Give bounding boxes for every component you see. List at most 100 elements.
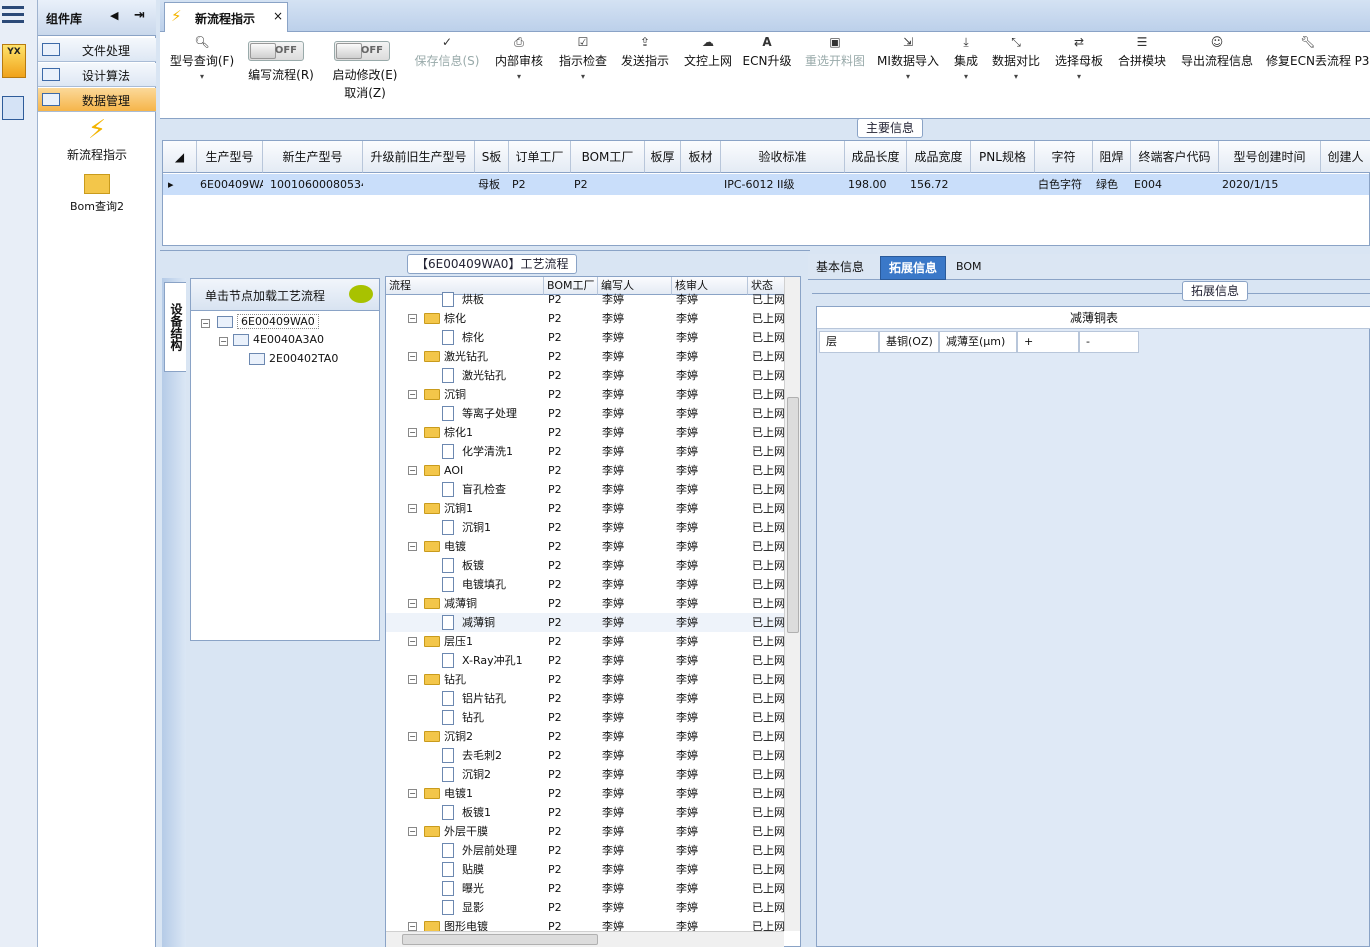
off-toggle[interactable]: OFF	[334, 41, 390, 61]
category-data-management[interactable]: 数据管理	[38, 88, 156, 112]
tree-expander-icon[interactable]: −	[408, 732, 417, 741]
tree-expander-icon[interactable]: −	[408, 504, 417, 513]
flow-row[interactable]: − AOI P2 李婷 李婷 已上网	[386, 461, 786, 480]
tree-expander-icon[interactable]: −	[408, 542, 417, 551]
tree-expander-icon[interactable]: −	[408, 428, 417, 437]
flow-row[interactable]: 沉铜1 P2 李婷 李婷 已上网	[386, 518, 786, 537]
save-info-button[interactable]: ✓ 保存信息(S)	[412, 32, 482, 118]
model-query-button[interactable]: 🔍︎ 型号查询(F) ▾	[164, 32, 240, 118]
vertical-scrollbar[interactable]	[784, 277, 800, 931]
reselect-cutting-chart-button[interactable]: ▣ 重选开料图	[802, 32, 868, 118]
column-header[interactable]: 板厚	[645, 141, 681, 173]
column-header[interactable]: 层	[819, 331, 879, 353]
fix-ecn-lost-process-button[interactable]: 🔧︎ 修复ECN丢流程	[1266, 32, 1351, 118]
column-header[interactable]: 新生产型号	[263, 141, 363, 173]
cell[interactable]: P2	[509, 174, 571, 195]
column-header[interactable]: BOM工厂	[571, 141, 645, 173]
tree-node[interactable]: 2E00402TA0	[249, 352, 338, 365]
category-file-processing[interactable]: 文件处理	[38, 38, 156, 62]
close-icon[interactable]: ×	[273, 9, 283, 23]
flow-row[interactable]: − 外层干膜 P2 李婷 李婷 已上网	[386, 822, 786, 841]
tool-new-process-instruction[interactable]: ⚡ 新流程指示	[38, 114, 156, 163]
flow-row[interactable]: 板镀 P2 李婷 李婷 已上网	[386, 556, 786, 575]
tab-bom[interactable]: BOM	[948, 256, 990, 280]
column-header[interactable]: 减薄至(μm)	[939, 331, 1017, 353]
tree-expander-icon[interactable]: −	[408, 314, 417, 323]
flow-row[interactable]: 激光钻孔 P2 李婷 李婷 已上网	[386, 366, 786, 385]
chevron-down-icon[interactable]: ▾	[164, 70, 240, 84]
tree-expander-icon[interactable]: −	[408, 922, 417, 931]
menu-icon[interactable]	[2, 6, 24, 24]
tree-expander-icon[interactable]: −	[201, 319, 210, 328]
collapse-left-icon[interactable]: ◀	[110, 9, 118, 22]
instruction-check-button[interactable]: ☑ 指示检查 ▾	[556, 32, 610, 118]
tab-basic-info[interactable]: 基本信息	[808, 256, 872, 280]
flow-row[interactable]: 化学清洗1 P2 李婷 李婷 已上网	[386, 442, 786, 461]
flow-row[interactable]: − 钻孔 P2 李婷 李婷 已上网	[386, 670, 786, 689]
horizontal-scrollbar[interactable]	[386, 931, 784, 947]
column-header[interactable]: PNL规格	[971, 141, 1035, 173]
data-compare-button[interactable]: ⤡ 数据对比 ▾	[990, 32, 1042, 118]
flow-row[interactable]: 板镀1 P2 李婷 李婷 已上网	[386, 803, 786, 822]
tab-new-process-instruction[interactable]: ⚡ 新流程指示 ×	[164, 2, 288, 32]
flow-row[interactable]: 显影 P2 李婷 李婷 已上网	[386, 898, 786, 917]
column-header[interactable]: 成品宽度	[907, 141, 971, 173]
tree-expander-icon[interactable]: −	[408, 599, 417, 608]
comment-icon[interactable]	[349, 285, 373, 303]
column-header[interactable]: 字符	[1035, 141, 1093, 173]
remove-row-button[interactable]: -	[1079, 331, 1139, 353]
chevron-down-icon[interactable]: ▾	[492, 70, 546, 84]
flow-row[interactable]: 等离子处理 P2 李婷 李婷 已上网	[386, 404, 786, 423]
chevron-down-icon[interactable]: ▾	[876, 70, 940, 84]
flow-row[interactable]: − 沉铜2 P2 李婷 李婷 已上网	[386, 727, 786, 746]
cell[interactable]: 198.00	[845, 174, 907, 195]
column-header[interactable]: 基铜(OZ)	[879, 331, 939, 353]
start-modify-toggle[interactable]: OFF 启动修改(E) 取消(Z)	[326, 32, 404, 118]
pin-icon[interactable]: ⇥	[134, 8, 145, 23]
column-header[interactable]: 终端客户代码	[1131, 141, 1219, 173]
flow-row[interactable]: − 沉铜 P2 李婷 李婷 已上网	[386, 385, 786, 404]
flow-row[interactable]: 铝片钻孔 P2 李婷 李婷 已上网	[386, 689, 786, 708]
tree-expander-icon[interactable]: −	[408, 789, 417, 798]
yx-logo-icon[interactable]: YX	[2, 44, 26, 78]
overflow-button[interactable]: P3	[1354, 32, 1370, 118]
column-header[interactable]: 订单工厂	[509, 141, 571, 173]
column-header[interactable]: 阻焊	[1093, 141, 1131, 173]
tree-expander-icon[interactable]: −	[408, 390, 417, 399]
internal-review-button[interactable]: ⎙ 内部审核 ▾	[492, 32, 546, 118]
cell[interactable]	[971, 174, 1035, 195]
chevron-down-icon[interactable]: ▾	[1052, 70, 1106, 84]
cancel-label[interactable]: 取消(Z)	[326, 84, 404, 102]
cell[interactable]: 绿色	[1093, 174, 1131, 195]
tree-expander-icon[interactable]: −	[408, 827, 417, 836]
cell[interactable]	[681, 174, 721, 195]
cell[interactable]: 156.72	[907, 174, 971, 195]
flow-row[interactable]: − 电镀1 P2 李婷 李婷 已上网	[386, 784, 786, 803]
cell[interactable]: 母板	[475, 174, 509, 195]
chevron-down-icon[interactable]: ▾	[556, 70, 610, 84]
category-design-algorithm[interactable]: 设计算法	[38, 63, 156, 87]
column-header[interactable]: S板	[475, 141, 509, 173]
cell[interactable]: 10010600080534	[267, 174, 363, 195]
flow-row[interactable]: X-Ray冲孔1 P2 李婷 李婷 已上网	[386, 651, 786, 670]
flow-row[interactable]: − 层压1 P2 李婷 李婷 已上网	[386, 632, 786, 651]
send-instruction-button[interactable]: ⇪ 发送指示	[618, 32, 672, 118]
tab-extended-info[interactable]: 拓展信息	[880, 256, 947, 280]
column-header[interactable]: 型号创建时间	[1219, 141, 1321, 173]
select-motherboard-button[interactable]: ⇄ 选择母板 ▾	[1052, 32, 1106, 118]
tree-expander-icon[interactable]: −	[408, 352, 417, 361]
column-header[interactable]: 板材	[681, 141, 721, 173]
ecn-upgrade-button[interactable]: A ECN升级	[742, 32, 792, 118]
write-process-toggle[interactable]: OFF 编写流程(R)	[242, 32, 320, 118]
flow-row[interactable]: − 沉铜1 P2 李婷 李婷 已上网	[386, 499, 786, 518]
cell[interactable]: E004	[1131, 174, 1219, 195]
column-header[interactable]: 验收标准	[721, 141, 845, 173]
flow-row[interactable]: − 电镀 P2 李婷 李婷 已上网	[386, 537, 786, 556]
column-header[interactable]: 升级前旧生产型号	[363, 141, 475, 173]
tree-expander-icon[interactable]: −	[219, 337, 228, 346]
tree-node[interactable]: 6E00409WA0	[217, 314, 319, 329]
flow-row[interactable]: 沉铜2 P2 李婷 李婷 已上网	[386, 765, 786, 784]
tab-device-structure[interactable]: 设备结构	[164, 282, 186, 372]
flow-row[interactable]: 外层前处理 P2 李婷 李婷 已上网	[386, 841, 786, 860]
doc-control-online-button[interactable]: ☁ 文控上网	[680, 32, 736, 118]
